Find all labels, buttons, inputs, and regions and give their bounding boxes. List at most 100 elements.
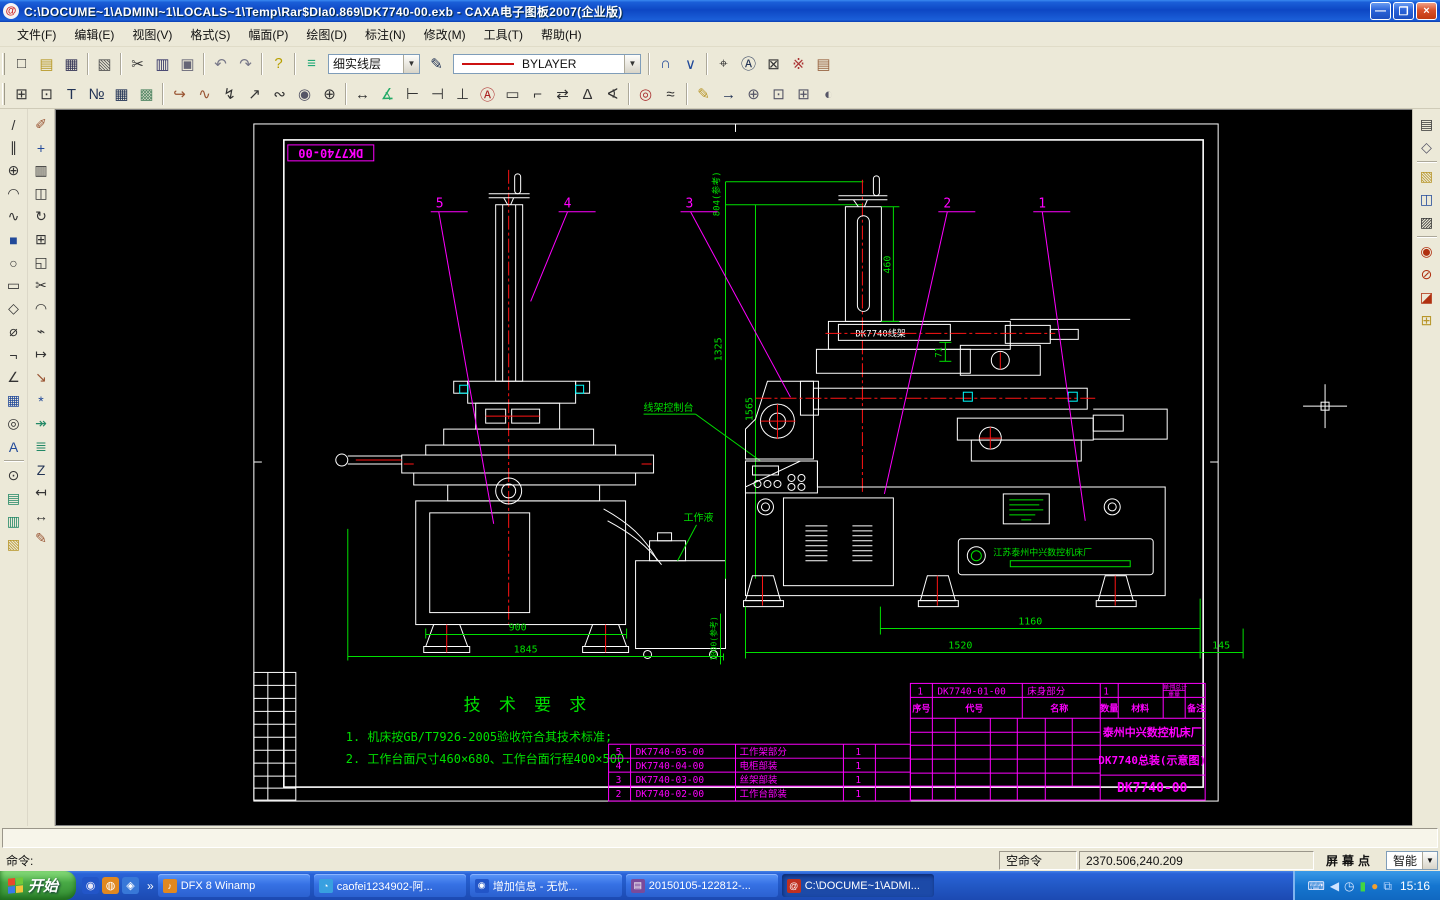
dim-baseline-icon[interactable]: ⊢ xyxy=(400,82,425,106)
solid-fill-icon[interactable]: ■ xyxy=(2,228,26,251)
hatch-tool-icon[interactable]: ▦ xyxy=(2,389,26,412)
trim-tool-icon[interactable]: ✂ xyxy=(29,274,53,297)
dim-continue-icon[interactable]: ⊣ xyxy=(425,82,450,106)
color-combo[interactable]: BYLAYER ▼ xyxy=(453,54,641,74)
rotate-tool-icon[interactable]: ↻ xyxy=(29,205,53,228)
new-view-icon[interactable]: ▤ xyxy=(1415,113,1439,136)
redo-icon[interactable]: ↷ xyxy=(233,52,258,76)
task-wangwang[interactable]: ◔caofei1234902-阿... xyxy=(314,874,466,897)
extend-tool-icon[interactable]: ↦ xyxy=(29,343,53,366)
task-caxa[interactable]: @C:\DOCUME~1\ADMI... xyxy=(782,874,934,897)
menu-item-9[interactable]: 帮助(H) xyxy=(532,23,591,46)
title-bar[interactable]: @ C:\DOCUME~1\ADMINI~1\LOCALS~1\Temp\Rar… xyxy=(0,0,1440,22)
zoom-in-icon[interactable]: ⊕ xyxy=(741,82,766,106)
paste-sel-icon[interactable]: ◱ xyxy=(29,251,53,274)
quicklaunch-mail-icon[interactable]: ◈ xyxy=(122,877,139,894)
format-brush-icon[interactable]: ✎ xyxy=(29,527,53,550)
contour-icon[interactable]: ∾ xyxy=(267,82,292,106)
ole-3-icon[interactable]: ◪ xyxy=(1415,286,1439,309)
center-icon[interactable]: ⊕ xyxy=(317,82,342,106)
menu-item-7[interactable]: 修改(M) xyxy=(415,23,475,46)
polar-icon[interactable]: ∨ xyxy=(678,52,703,76)
tray-battery-icon[interactable]: ▮ xyxy=(1360,880,1367,892)
save-icon[interactable]: ▦ xyxy=(59,52,84,76)
quick-launch-chevron[interactable]: » xyxy=(145,879,156,893)
erase-tool-icon[interactable]: ✐ xyxy=(29,113,53,136)
menu-item-3[interactable]: 格式(S) xyxy=(181,23,239,46)
command-prompt[interactable]: 命令: xyxy=(0,852,999,869)
tray-keyboard-icon[interactable]: ⌨ xyxy=(1307,880,1324,892)
offset-tool-icon[interactable]: ↠ xyxy=(29,412,53,435)
tray-clock[interactable]: 15:16 xyxy=(1400,879,1430,893)
dim-datum-icon[interactable]: Δ xyxy=(575,82,600,106)
menu-item-4[interactable]: 幅面(P) xyxy=(239,23,297,46)
ellipse-tool-icon[interactable]: ○ xyxy=(2,251,26,274)
render-icon[interactable]: ◫ xyxy=(1415,188,1439,211)
layer-manager-icon[interactable]: ≡ xyxy=(299,52,324,76)
new-icon[interactable]: □ xyxy=(9,52,34,76)
move-tool-icon[interactable]: + xyxy=(29,136,53,159)
menu-item-8[interactable]: 工具(T) xyxy=(475,23,532,46)
angle-line-icon[interactable]: ∠ xyxy=(2,366,26,389)
dim-edit-icon[interactable]: ↤ xyxy=(29,481,53,504)
toolbar-grip[interactable] xyxy=(2,53,5,75)
dim-linear-icon[interactable]: ↔ xyxy=(350,82,375,106)
toolbar-grip[interactable] xyxy=(2,83,5,105)
ortho-icon[interactable]: ∩ xyxy=(653,52,678,76)
hand-icon[interactable]: → xyxy=(716,82,741,106)
region-tool-icon[interactable]: ◎ xyxy=(2,412,26,435)
paste-icon[interactable]: ▣ xyxy=(175,52,200,76)
task-winamp[interactable]: ♪DFX 8 Winamp xyxy=(158,874,310,897)
tray-qq-icon[interactable]: ● xyxy=(1371,880,1378,892)
renumber-icon[interactable]: № xyxy=(84,82,109,106)
dim-stretch-icon[interactable]: ↔ xyxy=(29,504,53,527)
start-button[interactable]: 开始 xyxy=(0,871,76,900)
arrow-icon[interactable]: ↗ xyxy=(242,82,267,106)
library-3-icon[interactable]: ▧ xyxy=(2,533,26,556)
minimize-button[interactable]: — xyxy=(1370,2,1391,20)
dim-leader-icon[interactable]: ⌐ xyxy=(525,82,550,106)
menu-item-1[interactable]: 编辑(E) xyxy=(65,23,123,46)
ole-1-icon[interactable]: ◉ xyxy=(1415,240,1439,263)
bubble-icon[interactable]: ◉ xyxy=(292,82,317,106)
image-icon[interactable]: ▩ xyxy=(134,82,159,106)
dim-arc-icon[interactable]: ∢ xyxy=(600,82,625,106)
polyline-tool-icon[interactable]: ¬ xyxy=(2,343,26,366)
save-block-icon[interactable]: ▨ xyxy=(1415,211,1439,234)
sketch-icon[interactable]: ✎ xyxy=(691,82,716,106)
dim-swap-icon[interactable]: ⇄ xyxy=(550,82,575,106)
open-icon[interactable]: ▤ xyxy=(34,52,59,76)
break-line-icon[interactable]: ↯ xyxy=(217,82,242,106)
stretch-tool-icon[interactable]: ↘ xyxy=(29,366,53,389)
library-1-icon[interactable]: ▤ xyxy=(2,487,26,510)
dim-frame-icon[interactable]: ▭ xyxy=(500,82,525,106)
task-winrar[interactable]: ▤20150105-122812-... xyxy=(626,874,778,897)
spline-tool-icon[interactable]: ∿ xyxy=(2,205,26,228)
copy-icon[interactable]: ▥ xyxy=(150,52,175,76)
pick-filter-icon[interactable]: ⊠ xyxy=(761,52,786,76)
print-icon[interactable]: ▧ xyxy=(92,52,117,76)
explode-tool-icon[interactable]: * xyxy=(29,389,53,412)
hatch-ellipse-icon[interactable]: ⌀ xyxy=(2,320,26,343)
inspect-icon[interactable]: ◎ xyxy=(633,82,658,106)
drawing-canvas[interactable]: DK7740-00 xyxy=(55,109,1412,826)
pick-all-icon[interactable]: ※ xyxy=(786,52,811,76)
help-icon[interactable]: ? xyxy=(266,52,291,76)
restore-button[interactable]: ❐ xyxy=(1393,2,1414,20)
color-pen-icon[interactable]: ✎ xyxy=(424,52,449,76)
zoom-window-icon[interactable]: ⊡ xyxy=(34,82,59,106)
layer-combo-arrow[interactable]: ▼ xyxy=(403,55,419,73)
redraw-icon[interactable]: ↪ xyxy=(167,82,192,106)
library-2-icon[interactable]: ▥ xyxy=(2,510,26,533)
dim-text-icon[interactable]: Ⓐ xyxy=(475,82,500,106)
pick-text-icon[interactable]: Ⓐ xyxy=(736,52,761,76)
menu-item-0[interactable]: 文件(F) xyxy=(8,23,65,46)
table-icon[interactable]: ▦ xyxy=(109,82,134,106)
line-tool-icon[interactable]: / xyxy=(2,113,26,136)
quicklaunch-wangwang-icon[interactable]: ◍ xyxy=(102,877,119,894)
tray-clock-icon[interactable]: ◷ xyxy=(1344,880,1354,892)
ole-2-icon[interactable]: ⊘ xyxy=(1415,263,1439,286)
zoom-dyn-icon[interactable]: ◐ xyxy=(816,82,841,106)
menu-item-5[interactable]: 绘图(D) xyxy=(297,23,356,46)
circle-tool-icon[interactable]: ⊕ xyxy=(2,159,26,182)
